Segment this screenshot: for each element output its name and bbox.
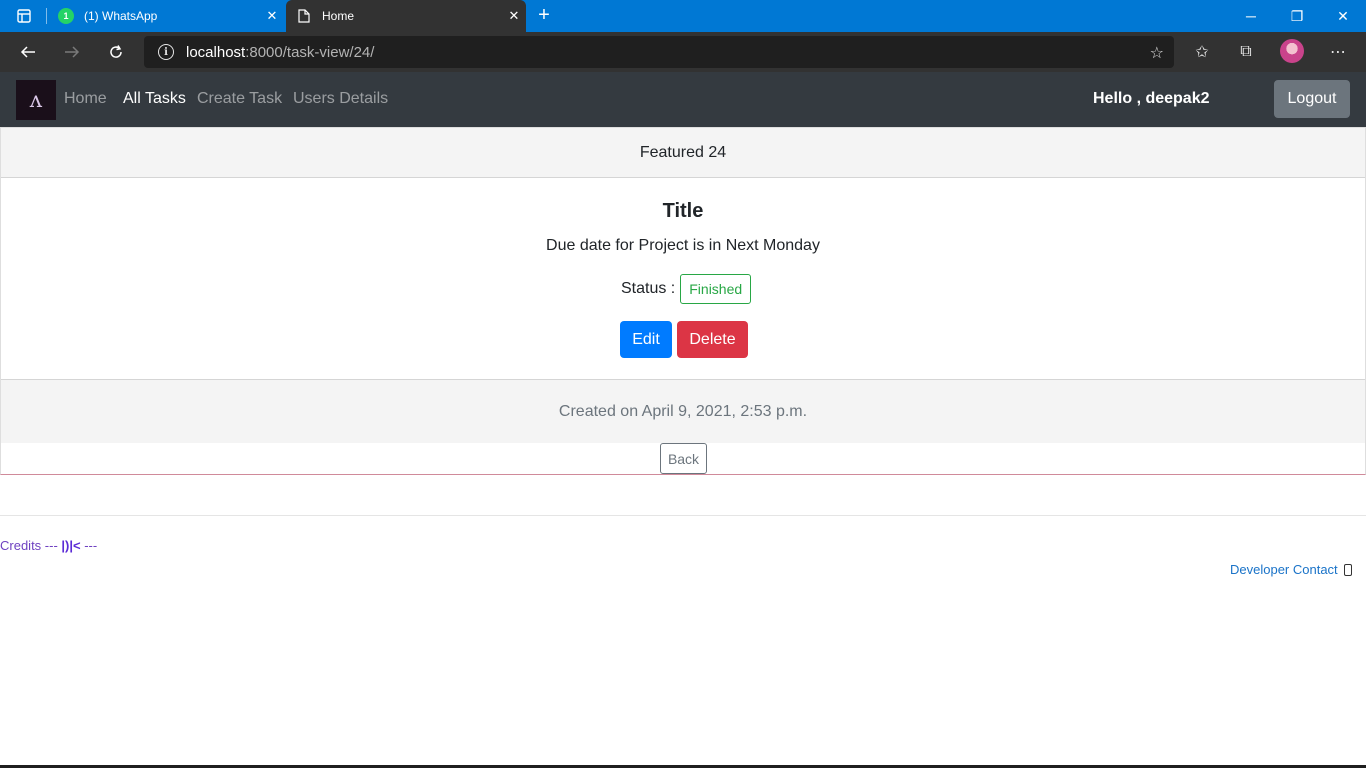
close-tab-icon[interactable]: ✕ [502, 8, 526, 24]
task-card: Featured 24 Title Due date for Project i… [0, 127, 1366, 475]
nav-link-all-tasks[interactable]: All Tasks [123, 90, 186, 108]
developer-contact-label[interactable]: Developer Contact [1230, 562, 1338, 577]
whatsapp-badge: 1 [58, 8, 74, 24]
forward-icon[interactable] [56, 36, 88, 68]
address-bar[interactable]: i localhost:8000/task-view/24/ ☆ [144, 36, 1174, 68]
status-label: Status : [621, 280, 676, 297]
edit-button[interactable]: Edit [620, 321, 672, 358]
collections-icon[interactable]: ⧉ [1230, 36, 1262, 68]
user-greeting: Hello , deepak2 [1093, 90, 1210, 107]
delete-button[interactable]: Delete [677, 321, 748, 358]
back-button[interactable]: Back [660, 443, 707, 474]
tab-title: (1) WhatsApp [84, 9, 158, 23]
page-icon [296, 8, 312, 24]
nav-link-users-details[interactable]: Users Details [293, 90, 388, 108]
nav-link-home[interactable]: Home [64, 90, 107, 108]
site-navbar: ᴧ Home All Tasks Create Task Users Detai… [0, 72, 1366, 127]
card-header: Featured 24 [1, 128, 1365, 178]
reload-icon[interactable] [100, 36, 132, 68]
credits-text: Credits --- |)|< --- [0, 538, 97, 553]
nav-link-create-task[interactable]: Create Task [197, 90, 282, 108]
credits-suffix: --- [80, 538, 98, 553]
more-options-icon[interactable]: ⋯ [1322, 36, 1354, 68]
tab-home[interactable]: Home ✕ [286, 0, 526, 32]
url-path: :8000/task-view/24/ [245, 43, 375, 61]
credits-signature[interactable]: |)|< [61, 538, 80, 553]
logout-button[interactable]: Logout [1274, 80, 1350, 118]
status-badge: Finished [680, 274, 752, 304]
tab-title: Home [322, 9, 355, 23]
tab-actions-icon[interactable] [8, 4, 40, 28]
credits-prefix: Credits --- [0, 538, 62, 553]
favorites-icon[interactable]: ✩ [1186, 36, 1218, 68]
profile-avatar[interactable] [1280, 39, 1304, 63]
card-body: Title Due date for Project is in Next Mo… [1, 178, 1365, 379]
footer-divider [0, 515, 1366, 516]
created-on-text: Created on April 9, 2021, 2:53 p.m. [1, 379, 1365, 443]
brand-logo[interactable]: ᴧ [16, 80, 56, 120]
status-row: Status : Finished [621, 274, 752, 304]
task-description: Due date for Project is in Next Monday [546, 237, 820, 254]
browser-toolbar: i localhost:8000/task-view/24/ ☆ ✩ ⧉ ⋯ [0, 32, 1366, 72]
whatsapp-icon: 1 [58, 8, 74, 24]
new-tab-icon[interactable]: + [532, 4, 556, 28]
browser-tab-strip: 1 (1) WhatsApp ✕ Home ✕ + ─ ❐ ✕ [0, 0, 1366, 32]
tab-divider [46, 8, 47, 24]
site-info-icon[interactable]: i [158, 44, 174, 60]
back-icon[interactable] [12, 36, 44, 68]
restore-icon[interactable]: ❐ [1274, 0, 1320, 32]
tab-whatsapp[interactable]: 1 (1) WhatsApp ✕ [48, 0, 284, 32]
url-host: localhost [186, 43, 246, 61]
phone-icon [1343, 563, 1352, 576]
task-title: Title [662, 200, 704, 222]
close-tab-icon[interactable]: ✕ [260, 8, 284, 24]
developer-contact-link[interactable]: Developer Contact [1230, 562, 1352, 577]
minimize-icon[interactable]: ─ [1228, 0, 1274, 32]
add-favorite-icon[interactable]: ☆ [1150, 43, 1164, 63]
window-close-icon[interactable]: ✕ [1320, 0, 1366, 32]
